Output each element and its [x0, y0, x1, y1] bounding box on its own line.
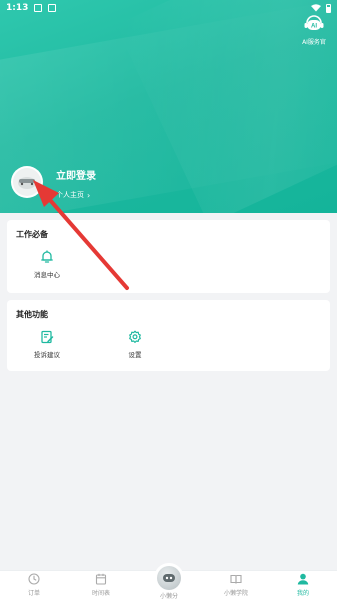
calendar-icon — [95, 573, 107, 585]
tab-chat[interactable] — [154, 563, 184, 593]
robot-icon: AI — [304, 15, 324, 30]
gear-icon — [129, 330, 141, 343]
avatar[interactable] — [11, 166, 43, 198]
book-icon — [230, 574, 242, 584]
status-bar: 1:13 — [0, 0, 337, 16]
section-title: 其他功能 — [16, 310, 48, 319]
status-time: 1:13 — [6, 3, 29, 13]
tab-label: 我的 — [296, 590, 309, 597]
wifi-icon — [311, 4, 321, 12]
tab-orders[interactable]: 订单 — [4, 573, 64, 597]
message-center-button[interactable]: 消息中心 — [17, 250, 77, 279]
clock-icon — [28, 573, 40, 585]
homepage-label: 个人主页 — [56, 191, 84, 199]
profile-header — [0, 0, 337, 213]
section-title: 工作必备 — [16, 230, 48, 239]
svg-text:AI: AI — [311, 24, 317, 30]
ai-service-button[interactable]: AI AI服务官 — [299, 14, 329, 46]
tab-label: 小懒分 — [159, 593, 178, 600]
ai-service-label: AI服务官 — [302, 39, 326, 46]
other-section-card: 其他功能 投诉建议 设置 — [7, 300, 330, 371]
default-avatar-icon — [13, 168, 41, 196]
tab-mine[interactable]: 我的 — [273, 573, 333, 597]
battery-icon — [326, 3, 331, 13]
homepage-link[interactable]: 个人主页 › — [56, 190, 90, 200]
gallery-notification-icon — [34, 4, 43, 12]
feedback-button[interactable]: 投诉建议 — [17, 330, 77, 359]
tab-schedule[interactable]: 时间表 — [71, 573, 131, 597]
message-center-label: 消息中心 — [34, 271, 60, 279]
tab-label: 时间表 — [91, 590, 110, 597]
work-section-card: 工作必备 消息中心 — [7, 220, 330, 293]
bell-icon — [41, 250, 53, 263]
user-icon — [297, 573, 309, 585]
chat-bubble-icon — [157, 566, 181, 590]
chevron-right-icon: › — [87, 190, 91, 200]
app-notification-icon — [48, 4, 57, 12]
settings-button[interactable]: 设置 — [105, 330, 165, 359]
feedback-label: 投诉建议 — [34, 351, 60, 359]
tab-academy[interactable]: 小懒学院 — [206, 573, 266, 597]
settings-label: 设置 — [128, 351, 142, 359]
login-button[interactable]: 立即登录 — [56, 167, 96, 182]
tab-label: 订单 — [27, 590, 40, 597]
feedback-edit-icon — [41, 330, 54, 344]
tab-label: 小懒学院 — [223, 590, 248, 597]
